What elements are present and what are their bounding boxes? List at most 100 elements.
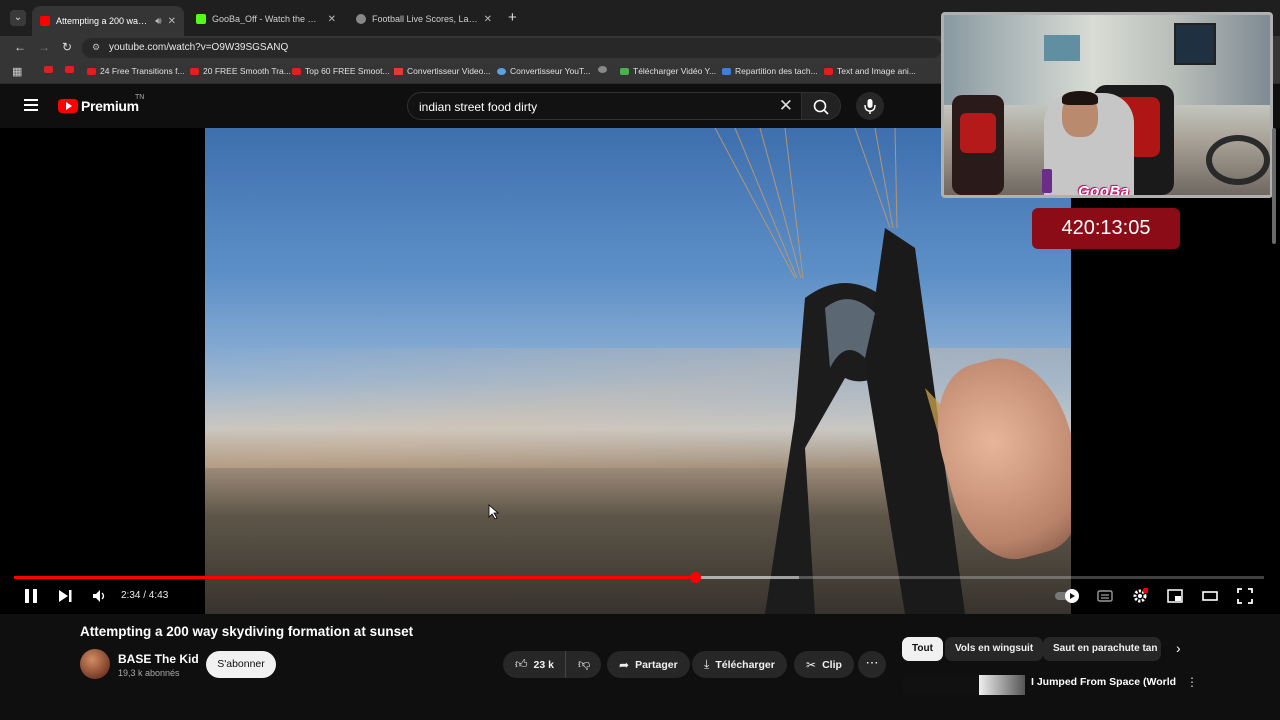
video-player[interactable]	[0, 128, 1280, 614]
reload-icon[interactable]: ↻	[62, 40, 72, 54]
page-scrollbar[interactable]	[1272, 128, 1276, 244]
bookmark-globe[interactable]	[598, 66, 607, 73]
cam-gaming-chair	[952, 95, 1004, 195]
bookmark-label: 20 FREE Smooth Tra...	[203, 66, 291, 76]
scissors-icon: ✂	[806, 657, 817, 672]
converter-icon	[497, 67, 506, 75]
hamburger-menu-icon[interactable]	[24, 99, 38, 111]
like-count: 23 k	[533, 658, 554, 671]
bookmark-label: Text and Image ani...	[837, 66, 916, 76]
download-button[interactable]: ⤓ Télécharger	[692, 651, 787, 678]
tab-search-icon[interactable]: ⌄	[10, 10, 26, 26]
download-label: Télécharger	[715, 658, 775, 671]
bookmark-2[interactable]: 20 FREE Smooth Tra...	[190, 66, 291, 76]
youtube-icon	[87, 67, 96, 75]
share-label: Partager	[635, 658, 678, 671]
tab-close-icon[interactable]: ✕	[484, 14, 492, 25]
bookmark-label: Convertisseur Video...	[407, 66, 491, 76]
related-video-thumbnail[interactable]	[903, 675, 1025, 695]
channel-name[interactable]: BASE The Kid	[118, 652, 199, 666]
youtube-logo-icon[interactable]	[58, 99, 78, 113]
bookmark-8[interactable]: Text and Image ani...	[824, 66, 916, 76]
clip-button[interactable]: ✂ Clip	[794, 651, 854, 678]
voice-search-button[interactable]	[856, 92, 884, 120]
progress-bar[interactable]	[14, 572, 1264, 583]
new-tab-icon[interactable]: +	[508, 9, 517, 26]
football-favicon-icon	[356, 14, 366, 24]
url-bar[interactable]: ⚙ youtube.com/watch?v=O9W39SGSANQ	[82, 38, 942, 58]
screen: ⌄ Attempting a 200 way skyd 🔊︎ ✕ GooBa_O…	[0, 0, 1280, 720]
video-frame[interactable]	[205, 128, 1071, 614]
next-icon[interactable]	[58, 589, 72, 603]
volume-icon[interactable]	[92, 589, 106, 603]
channel-avatar[interactable]	[80, 649, 110, 679]
site-info-icon[interactable]: ⚙	[92, 42, 100, 53]
tab-title: GooBa_Off - Watch the VOD or	[212, 14, 322, 24]
tab-title: Football Live Scores, Latest Foo	[372, 14, 478, 24]
dislike-button[interactable]: 👎︎	[565, 651, 601, 678]
bookmark-label: Repartition des tach...	[735, 66, 818, 76]
theater-mode-icon[interactable]	[1202, 588, 1218, 604]
youtube-favicon-icon	[40, 16, 50, 26]
globe-icon	[598, 66, 607, 73]
autoplay-toggle-icon[interactable]	[1054, 588, 1082, 604]
bookmark-label: Convertisseur YouT...	[510, 66, 591, 76]
like-button[interactable]: 👍︎ 23 k	[503, 651, 565, 678]
pause-icon[interactable]	[25, 589, 37, 603]
logo-text[interactable]: Premium	[81, 98, 139, 114]
parachute-lines	[714, 128, 995, 614]
bookmark-1[interactable]: 24 Free Transitions f...	[87, 66, 185, 76]
clear-search-icon[interactable]: ✕	[779, 96, 793, 116]
miniplayer-icon[interactable]	[1167, 588, 1183, 604]
speaker-icon[interactable]: 🔊︎	[155, 16, 161, 27]
subscribe-button[interactable]: S'abonner	[206, 651, 276, 678]
settings-gear-icon[interactable]	[1132, 588, 1148, 604]
more-actions-icon[interactable]: ⋯	[858, 651, 886, 678]
subtitles-icon[interactable]	[1097, 588, 1113, 604]
url-text: youtube.com/watch?v=O9W39SGSANQ	[109, 42, 289, 53]
bookmark-label: Télécharger Vidéo Y...	[633, 66, 717, 76]
chevron-right-icon[interactable]: ›	[1176, 640, 1181, 656]
bookmark-4[interactable]: Convertisseur Video...	[394, 66, 490, 76]
docs-icon	[722, 67, 731, 75]
search-icon	[813, 99, 829, 115]
cam-screen	[1044, 35, 1080, 61]
bookmark-6[interactable]: Télécharger Vidéo Y...	[620, 66, 716, 76]
share-button[interactable]: ➦ Partager	[607, 651, 690, 678]
youtube-icon	[44, 66, 53, 73]
chip-wingsuit[interactable]: Vols en wingsuit	[945, 637, 1044, 661]
chip-tandem[interactable]: Saut en parachute tan	[1043, 637, 1161, 661]
search-button[interactable]	[801, 92, 841, 120]
download-icon: ⤓	[704, 657, 710, 671]
forward-icon[interactable]: →	[38, 40, 50, 54]
search-input[interactable]: indian street food dirty ✕	[407, 92, 802, 120]
bookmark-7[interactable]: Repartition des tach...	[722, 66, 818, 76]
related-video-title[interactable]: I Jumped From Space (World	[1031, 676, 1176, 688]
played-bar	[14, 576, 696, 579]
share-icon: ➦	[619, 657, 630, 672]
apps-grid-icon[interactable]: ▦	[12, 65, 22, 78]
mouse-cursor-icon	[488, 504, 500, 520]
fullscreen-icon[interactable]	[1237, 588, 1253, 604]
tab-youtube[interactable]: Attempting a 200 way skyd 🔊︎ ✕	[32, 6, 184, 36]
kebab-menu-icon[interactable]: ⋮	[1186, 675, 1198, 689]
back-icon[interactable]: ←	[14, 40, 26, 54]
clip-label: Clip	[822, 658, 842, 671]
thumbs-down-icon: 👎︎	[578, 657, 591, 671]
cam-steering-wheel	[1206, 135, 1270, 185]
converter-icon	[394, 67, 403, 75]
bookmark-5[interactable]: Convertisseur YouT...	[497, 66, 590, 76]
microphone-icon	[864, 99, 876, 114]
bookmark-youtube-2[interactable]	[65, 66, 74, 73]
tab-kick[interactable]: GooBa_Off - Watch the VOD or ✕	[188, 8, 344, 30]
tab-close-icon[interactable]: ✕	[328, 14, 336, 25]
subscriber-count: 19,3 k abonnés	[118, 668, 180, 678]
youtube-icon	[190, 67, 199, 75]
tab-football[interactable]: Football Live Scores, Latest Foo ✕	[348, 8, 500, 30]
bookmark-3[interactable]: Top 60 FREE Smoot...	[292, 66, 390, 76]
bookmark-youtube-1[interactable]	[44, 66, 53, 73]
webcam-overlay: GooBa	[941, 12, 1273, 198]
tab-title: Attempting a 200 way skyd	[56, 16, 150, 26]
chip-all[interactable]: Tout	[902, 637, 943, 661]
tab-close-icon[interactable]: ✕	[168, 16, 176, 27]
